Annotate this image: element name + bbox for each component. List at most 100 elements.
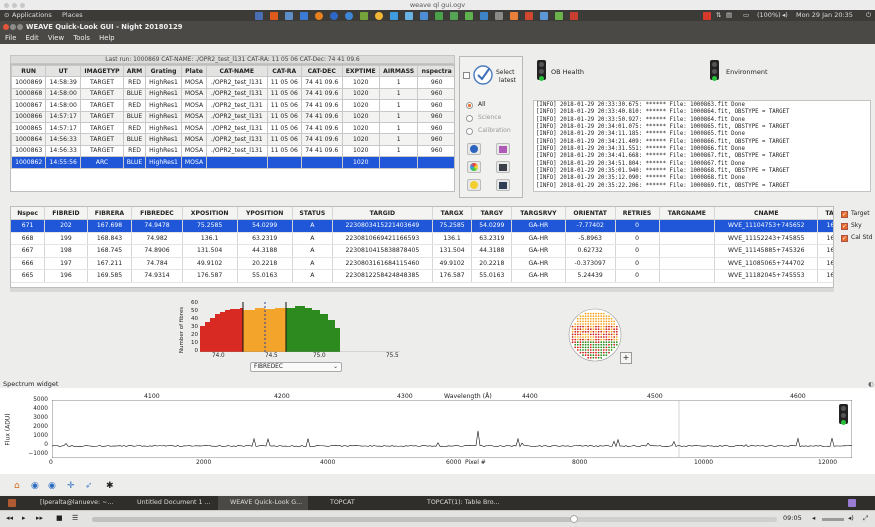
launcher-icon[interactable]: [525, 12, 533, 20]
run-table-row[interactable]: 1000867 14:58:00 TARGET RED HighRes1 MOSA ./OP…: [11, 99, 454, 112]
places-menu[interactable]: Places: [62, 10, 83, 21]
col-header[interactable]: XPOSITION: [182, 207, 238, 220]
col-header[interactable]: TARGSRVY: [511, 207, 566, 220]
radio-calibration[interactable]: [466, 128, 473, 135]
power-icon[interactable]: ⏻: [866, 10, 871, 21]
launcher-icon[interactable]: [435, 12, 443, 20]
pan-icon[interactable]: ✛: [67, 480, 75, 493]
col-header[interactable]: TARGID: [332, 207, 433, 220]
plus-button[interactable]: +: [620, 352, 632, 364]
close-window-icon[interactable]: [3, 24, 9, 30]
launcher-icon[interactable]: [330, 12, 338, 20]
menu-edit[interactable]: Edit: [26, 34, 39, 42]
run-table-row[interactable]: 1000865 14:57:17 TARGET RED HighRes1 MOSA ./OP…: [11, 121, 454, 135]
radio-all[interactable]: [466, 102, 473, 109]
col-header[interactable]: FIBREDEC: [131, 207, 183, 220]
menu-help[interactable]: Help: [99, 34, 115, 42]
task-topcat[interactable]: TOPCAT: [318, 496, 355, 510]
launcher-icon[interactable]: [270, 12, 278, 20]
launcher-icon[interactable]: [375, 12, 383, 20]
launcher-icon[interactable]: [450, 12, 458, 20]
menu-file[interactable]: File: [5, 34, 16, 42]
workspace-icon[interactable]: [848, 499, 856, 507]
col-header[interactable]: Plate: [181, 65, 207, 78]
launcher-icon[interactable]: [420, 12, 428, 20]
window-dot-icon[interactable]: [4, 3, 9, 8]
col-header[interactable]: CAT-RA: [266, 65, 302, 78]
col-header[interactable]: CNAME: [714, 207, 819, 220]
play-icon[interactable]: ▸: [22, 514, 26, 522]
col-header[interactable]: YPOSITION: [237, 207, 293, 220]
col-header[interactable]: ORIENTAT: [565, 207, 616, 220]
fibre-table-row[interactable]: 665 196 169.585 74.9314 176.587 55.0163 A 22308…: [11, 269, 833, 283]
col-header[interactable]: TARGNAME: [659, 207, 716, 220]
col-header[interactable]: TARGY: [471, 207, 513, 220]
applications-menu[interactable]: Applications: [12, 10, 52, 21]
task-terminal[interactable]: [lperalta@lanueve: ~...: [28, 496, 113, 510]
log-panel[interactable]: [INFO] 2018-01-29 20:33:30.675: ****** F…: [533, 100, 871, 192]
col-header[interactable]: STATUS: [292, 207, 334, 220]
target-checkbox[interactable]: ✓: [841, 211, 848, 218]
launcher-icon[interactable]: [405, 12, 413, 20]
col-header[interactable]: TARGX: [432, 207, 473, 220]
maximize-window-icon[interactable]: [17, 24, 23, 30]
run-table-row[interactable]: 1000866 14:57:17 TARGET BLUE HighRes1 MOSA ./O…: [11, 110, 454, 123]
select-latest-checkbox[interactable]: [463, 72, 470, 79]
col-header[interactable]: CAT-NAME: [205, 65, 268, 78]
volume-icon[interactable]: ◂): [782, 10, 788, 21]
face-button[interactable]: [467, 179, 481, 191]
firefox-icon[interactable]: [315, 12, 323, 20]
launcher-icon[interactable]: [510, 12, 518, 20]
col-header[interactable]: UT: [45, 65, 81, 78]
col-header[interactable]: Nspec: [11, 207, 46, 220]
color-wheel-button[interactable]: [467, 161, 481, 173]
col-header[interactable]: FIBREID: [44, 207, 88, 220]
network-icon[interactable]: ⇅: [716, 10, 721, 21]
stop-icon[interactable]: ■: [56, 514, 63, 522]
task-document[interactable]: Untitled Document 1 ...: [125, 496, 211, 510]
notification-icon[interactable]: [703, 12, 711, 20]
launcher-icon[interactable]: [480, 12, 488, 20]
col-header[interactable]: TARGRA: [817, 207, 833, 220]
col-header[interactable]: CAT-DEC: [300, 65, 343, 78]
fibre-table-row[interactable]: 666 197 167.211 74.784 49.9102 20.2218 A 223080…: [11, 257, 833, 270]
col-header[interactable]: RETRIES: [615, 207, 660, 220]
col-header[interactable]: FIBRERA: [87, 207, 133, 220]
launcher-icon[interactable]: [495, 12, 503, 20]
volume-icon[interactable]: ◂: [812, 514, 815, 522]
fibre-position-plot[interactable]: [567, 307, 623, 363]
sky-checkbox[interactable]: ✓: [841, 223, 848, 230]
launcher-icon[interactable]: [390, 12, 398, 20]
menu-view[interactable]: View: [48, 34, 64, 42]
launcher-icon[interactable]: [540, 12, 548, 20]
globe-button[interactable]: [467, 143, 481, 155]
launcher-icon[interactable]: [300, 12, 308, 20]
col-header[interactable]: EXPTIME: [341, 65, 380, 78]
speaker-icon[interactable]: ◂): [848, 514, 854, 522]
seek-handle[interactable]: [570, 515, 578, 523]
fibre-table-row[interactable]: 671 202 167.698 74.9478 75.2585 54.0299 A 22308…: [11, 219, 833, 233]
monitor-button[interactable]: [496, 161, 510, 173]
fullscreen-icon[interactable]: ⤢: [863, 514, 868, 523]
forward-icon[interactable]: ◉: [48, 480, 56, 493]
launcher-icon[interactable]: [345, 12, 353, 20]
col-header[interactable]: IMAGETYP: [79, 65, 125, 78]
image-button[interactable]: [496, 143, 510, 155]
task-weave-gui[interactable]: WEAVE Quick-Look G...: [218, 496, 309, 510]
menu-tools[interactable]: Tools: [73, 34, 90, 42]
back-icon[interactable]: ◉: [31, 480, 39, 493]
playlist-icon[interactable]: ☰: [72, 514, 78, 522]
calstd-checkbox[interactable]: ✓: [841, 235, 848, 242]
seek-bar[interactable]: [92, 515, 777, 523]
launcher-icon[interactable]: [570, 12, 578, 20]
launcher-icon[interactable]: [360, 12, 368, 20]
show-desktop-icon[interactable]: [8, 499, 16, 507]
window-dot-icon[interactable]: [20, 3, 25, 8]
battery-icon[interactable]: ▭: [743, 10, 749, 21]
run-table-row[interactable]: 1000868 14:58:00 TARGET BLUE HighRes1 MOSA ./O…: [11, 87, 454, 101]
run-table-row[interactable]: 1000863 14:56:33 TARGET RED HighRes1 MOSA ./OP…: [11, 144, 454, 158]
run-table-row[interactable]: 1000862 14:55:56 ARC BLUE HighRes1 MOSA 1020: [11, 156, 454, 169]
col-header[interactable]: ARM: [122, 65, 147, 78]
zoom-icon[interactable]: ➶: [85, 480, 93, 493]
minimize-window-icon[interactable]: [10, 24, 16, 30]
